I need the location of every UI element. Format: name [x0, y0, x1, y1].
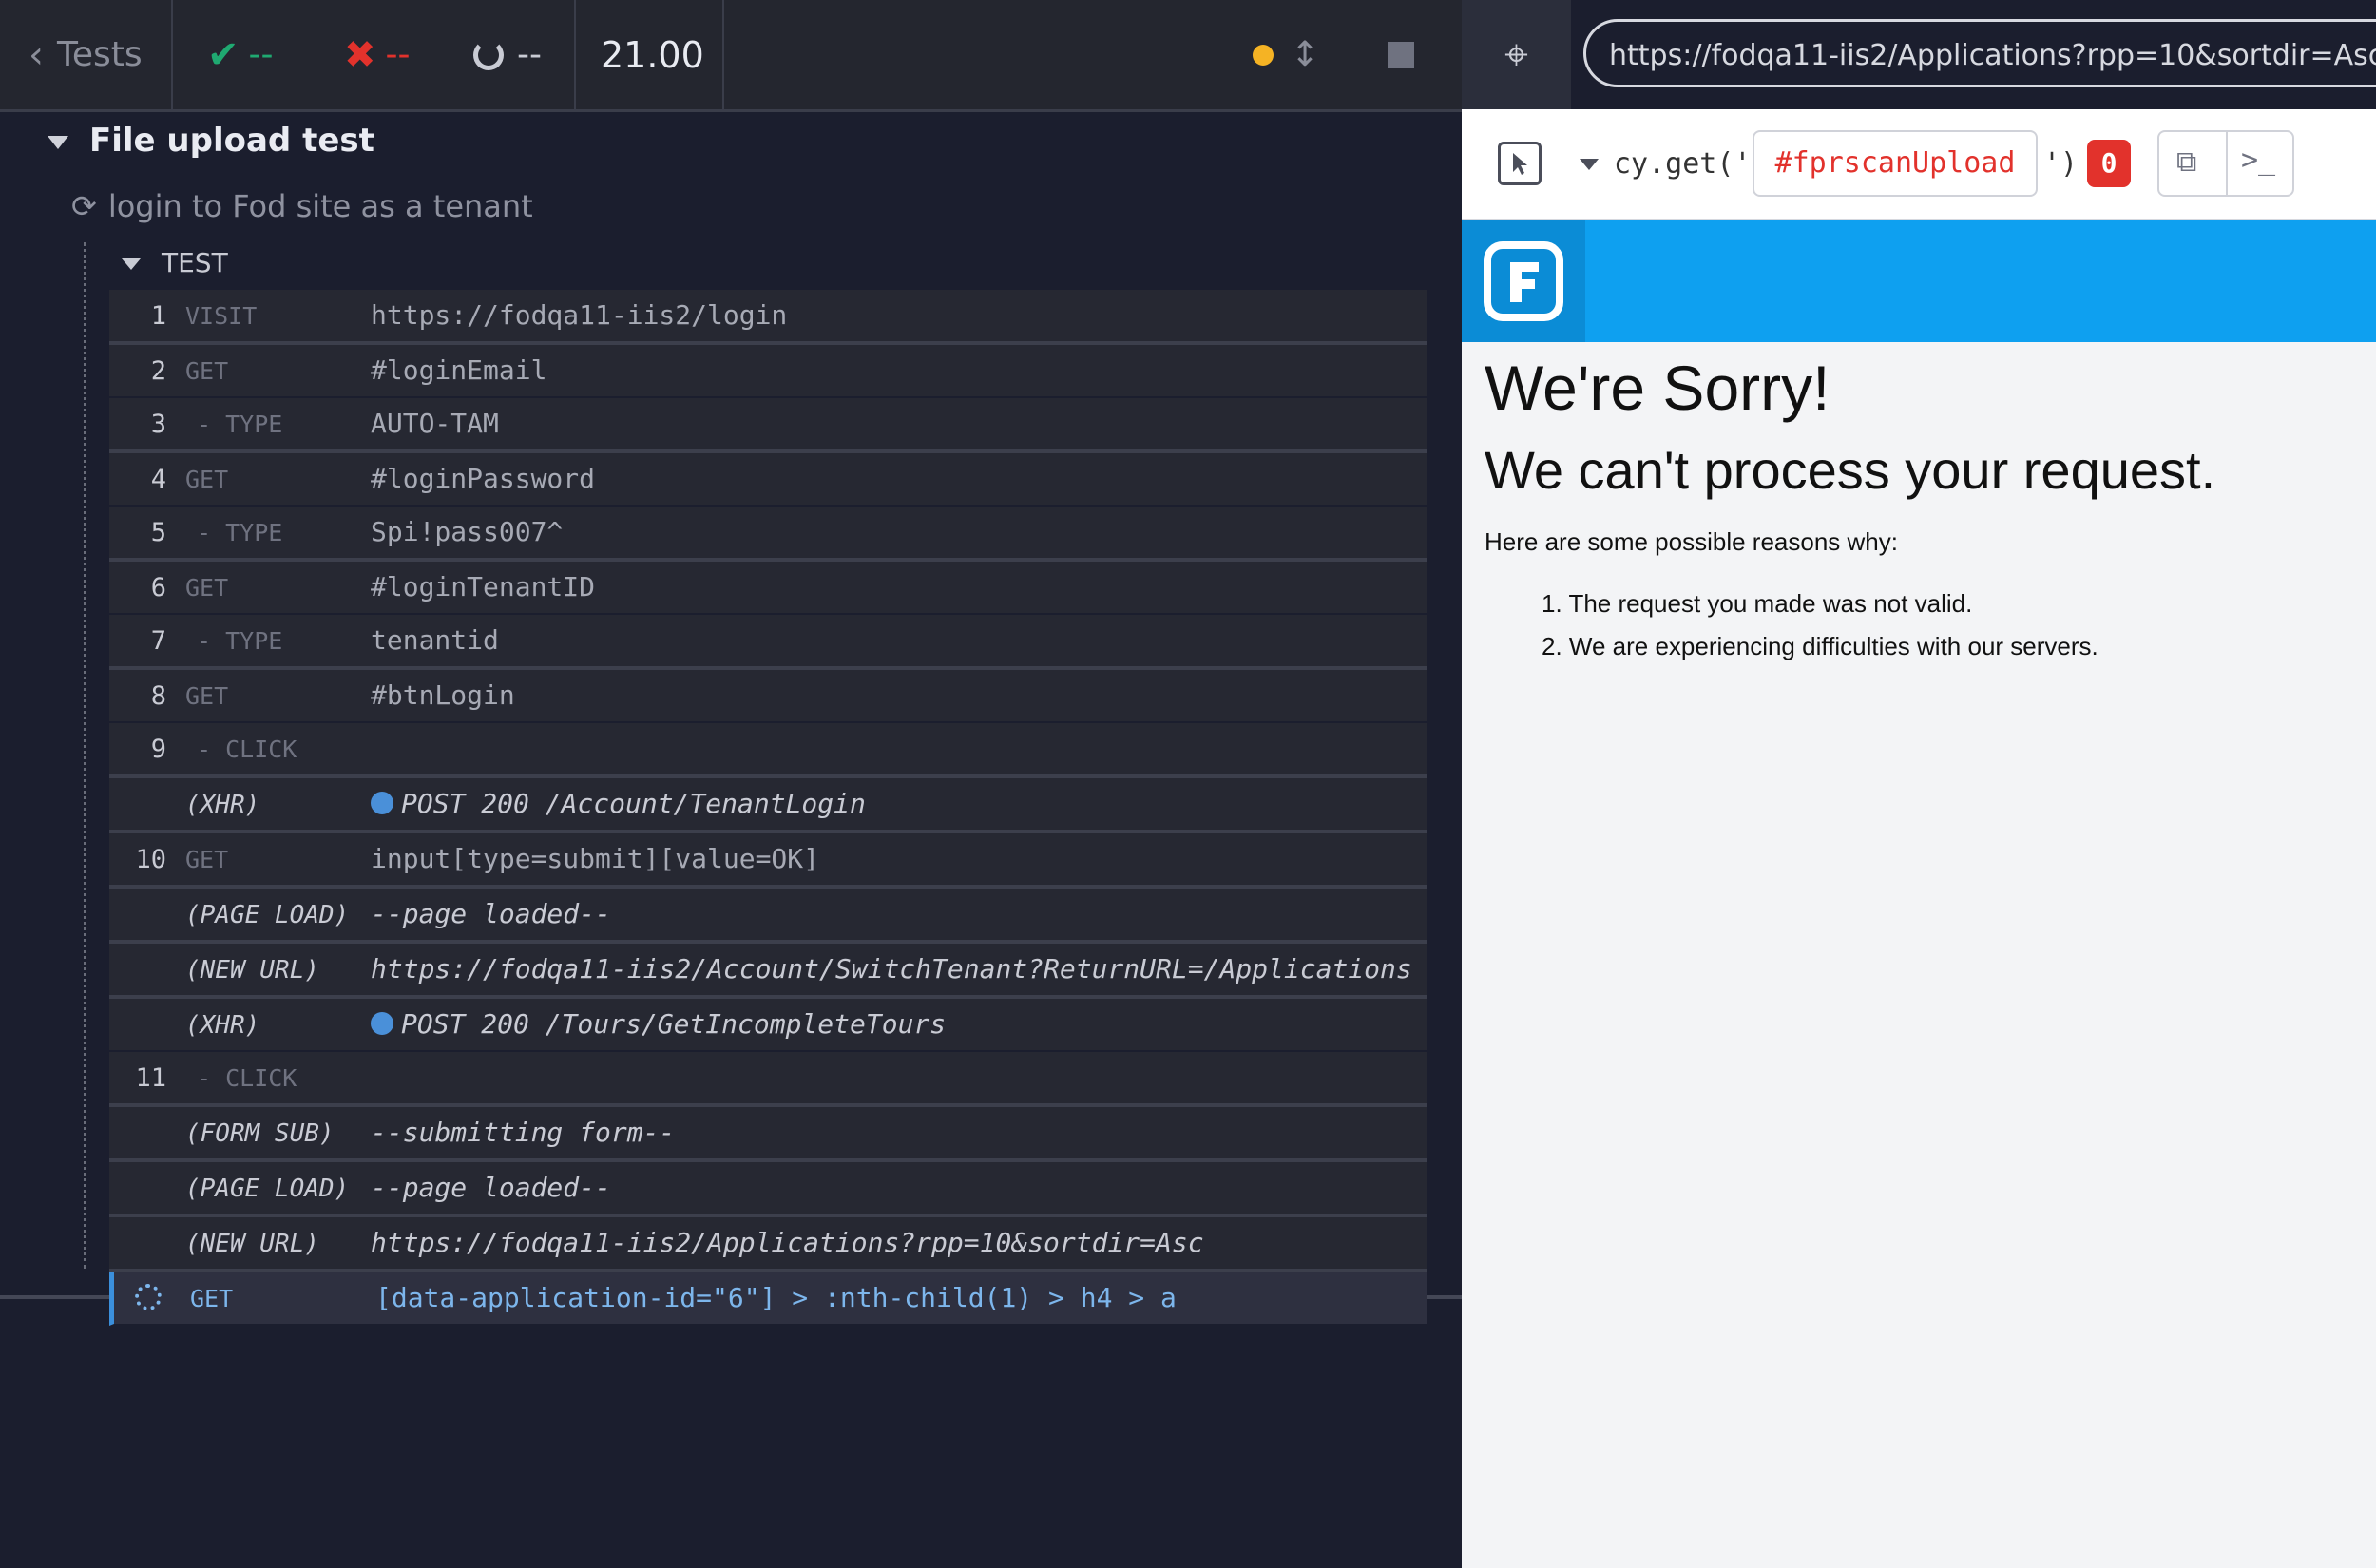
running-indicator: ↕	[1253, 0, 1319, 109]
suite-title[interactable]: File upload test	[48, 122, 374, 160]
terminal-icon[interactable]: >_	[2241, 143, 2275, 177]
selector-input[interactable]: #fprscanUpload	[1753, 130, 2038, 197]
passed-count: ✔ --	[207, 32, 274, 77]
command-row[interactable]: 7- TYPE tenantid	[109, 615, 1427, 670]
check-icon: ✔	[207, 32, 240, 77]
selector-playground: cy.get(' #fprscanUpload ') 0 ⧉ >_	[1462, 109, 2376, 220]
hook-label[interactable]: TEST	[122, 247, 228, 278]
command-row[interactable]: 5- TYPE Spi!pass007^	[109, 507, 1427, 562]
error-subheading: We can't process your request.	[1485, 440, 2216, 500]
command-row[interactable]: (FORM SUB) --submitting form--	[109, 1107, 1427, 1162]
command-row[interactable]: (PAGE LOAD) --page loaded--	[109, 889, 1427, 944]
reasons-intro: Here are some possible reasons why:	[1485, 527, 1898, 556]
reasons-list: 1. The request you made was not valid. 2…	[1542, 589, 2098, 675]
command-row[interactable]: 10 GET input[type=submit][value=OK]	[109, 833, 1427, 889]
stop-icon	[1388, 41, 1414, 68]
reporter-panel: ‹ Tests ✔ -- ✖ -- -- 21.00 ↕ File upload…	[0, 0, 1462, 1568]
copy-icon[interactable]: ⧉	[2176, 145, 2196, 179]
logo-icon	[1484, 241, 1563, 321]
command-row[interactable]: (NEW URL) https://fodqa11-iis2/Applicatio…	[109, 1217, 1427, 1272]
caret-down-icon	[48, 135, 68, 149]
chevron-left-icon: ‹	[29, 32, 44, 77]
failed-count: ✖ --	[344, 32, 411, 77]
test-title[interactable]: ⟳ login to Fod site as a tenant	[71, 188, 533, 224]
command-row[interactable]: (PAGE LOAD) --page loaded--	[109, 1162, 1427, 1217]
command-row-active[interactable]: GET [data-application-id="6"] > :nth-chil…	[109, 1272, 1427, 1326]
command-row[interactable]: 1 VISIT https://fodqa11-iis2/login	[109, 290, 1427, 345]
caret-down-icon	[122, 258, 141, 270]
stop-button[interactable]	[1388, 0, 1414, 109]
fortify-logo[interactable]	[1462, 220, 1585, 342]
command-row[interactable]: 8 GET #btnLogin	[109, 670, 1427, 723]
list-item: 2. We are experiencing difficulties with…	[1542, 632, 2098, 660]
command-row[interactable]: (XHR) POST 200 /Account/TenantLogin	[109, 778, 1427, 833]
tests-label: Tests	[57, 35, 143, 74]
url-bar[interactable]: https://fodqa11-iis2/Applications?rpp=10…	[1583, 19, 2376, 87]
error-heading: We're Sorry!	[1485, 353, 1830, 423]
tests-nav-button[interactable]: ‹ Tests	[29, 0, 162, 109]
selector-prefix: cy.get('	[1614, 147, 1752, 181]
command-row[interactable]: (XHR) POST 200 /Tours/GetIncompleteTours	[109, 999, 1427, 1052]
command-row[interactable]: 6 GET #loginTenantID	[109, 562, 1427, 615]
selector-tools: ⧉ >_	[2157, 130, 2294, 197]
x-icon: ✖	[344, 32, 376, 77]
xhr-dot-icon	[371, 792, 393, 814]
pending-count: --	[473, 0, 542, 109]
resize-icon[interactable]: ↕	[1291, 35, 1319, 74]
crosshair-icon: ⌖	[1504, 30, 1528, 79]
command-row[interactable]: 9- CLICK	[109, 723, 1427, 778]
duration: 21.00	[601, 33, 704, 76]
command-row[interactable]: 4 GET #loginPassword	[109, 453, 1427, 507]
list-item: 1. The request you made was not valid.	[1542, 589, 1973, 618]
command-row[interactable]: 2 GET #loginEmail	[109, 345, 1427, 398]
selector-playground-button[interactable]: ⌖	[1462, 0, 1571, 109]
app-header	[1462, 220, 2376, 342]
command-list: 1 VISIT https://fodqa11-iis2/login 2 GET #lo…	[109, 290, 1427, 1326]
xhr-dot-icon	[371, 1012, 393, 1035]
selector-suffix: ')	[2043, 147, 2079, 181]
command-row[interactable]: 3- TYPE AUTO-TAM	[109, 398, 1427, 453]
match-count-badge: 0	[2087, 140, 2131, 187]
spinner-icon	[135, 1284, 162, 1310]
command-row[interactable]: (NEW URL) https://fodqa11-iis2/Account/Sw…	[109, 944, 1427, 999]
command-row[interactable]: 11- CLICK	[109, 1052, 1427, 1107]
caret-down-icon[interactable]	[1580, 159, 1599, 170]
cursor-select-icon[interactable]	[1498, 142, 1542, 185]
preview-header: ⌖ https://fodqa11-iis2/Applications?rpp=…	[1462, 0, 2376, 109]
reporter-header: ‹ Tests ✔ -- ✖ -- -- 21.00 ↕	[0, 0, 1462, 112]
circle-notch-icon	[473, 39, 504, 70]
running-dot-icon	[1253, 44, 1274, 66]
app-preview-panel: ⌖ https://fodqa11-iis2/Applications?rpp=…	[1462, 0, 2376, 1568]
refresh-icon: ⟳	[71, 188, 97, 224]
